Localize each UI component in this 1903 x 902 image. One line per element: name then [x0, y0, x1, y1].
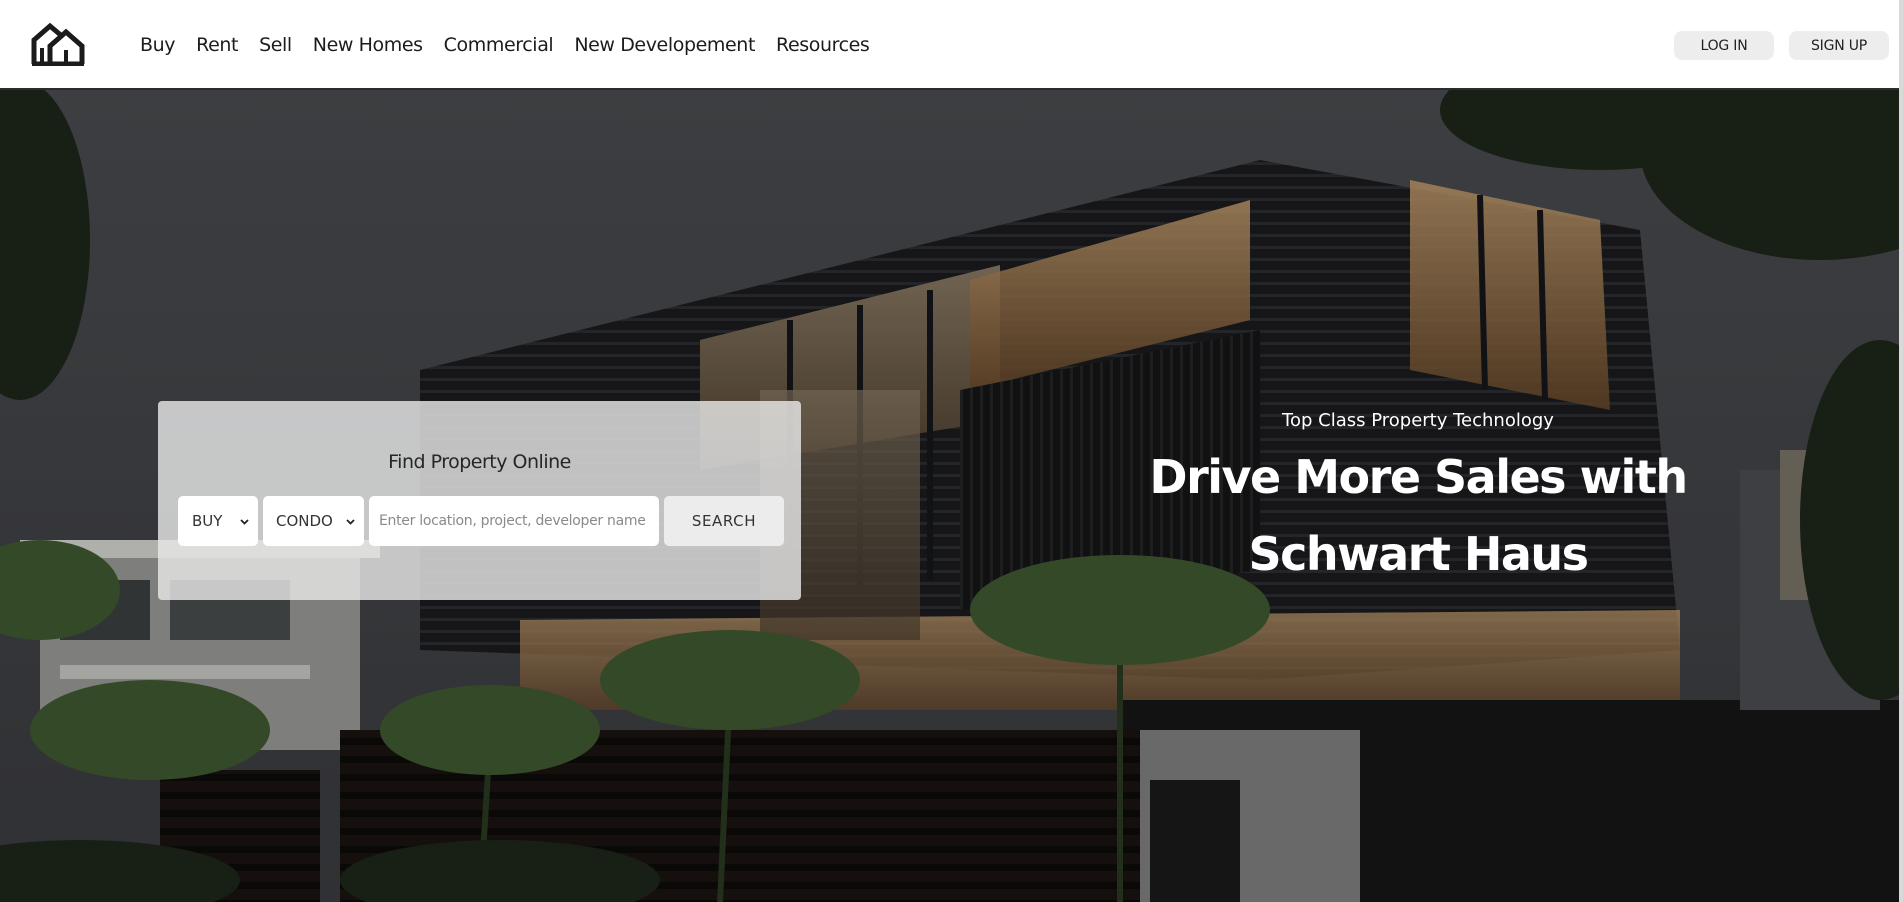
listing-type-select[interactable]: BUY	[178, 496, 258, 546]
nav-new-homes[interactable]: New Homes	[313, 34, 423, 56]
property-type-select[interactable]: CONDO	[263, 496, 364, 546]
login-button[interactable]: LOG IN	[1674, 31, 1774, 60]
nav-new-development[interactable]: New Developement	[574, 34, 755, 56]
nav-resources[interactable]: Resources	[776, 34, 870, 56]
nav-commercial[interactable]: Commercial	[444, 34, 554, 56]
listing-type-value: BUY	[192, 512, 223, 530]
signup-button[interactable]: SIGN UP	[1789, 31, 1889, 60]
page-scrollbar[interactable]	[1899, 0, 1903, 902]
auth-buttons: LOG IN SIGN UP	[1674, 31, 1889, 60]
search-card: Find Property Online BUY CONDO SEARCH	[158, 401, 801, 600]
nav-buy[interactable]: Buy	[140, 34, 176, 56]
main-nav: Buy Rent Sell New Homes Commercial New D…	[140, 0, 870, 90]
search-button[interactable]: SEARCH	[664, 496, 784, 546]
nav-rent[interactable]: Rent	[196, 34, 238, 56]
nav-sell[interactable]: Sell	[259, 34, 292, 56]
site-header: Buy Rent Sell New Homes Commercial New D…	[0, 0, 1903, 90]
property-type-value: CONDO	[276, 512, 333, 530]
search-row: BUY CONDO SEARCH	[178, 496, 784, 546]
hero-kicker: Top Class Property Technology	[1282, 410, 1554, 431]
chevron-down-icon	[240, 518, 249, 525]
house-logo-icon[interactable]	[30, 22, 86, 66]
search-title: Find Property Online	[388, 451, 571, 473]
hero-text: Top Class Property Technology Drive More…	[1118, 410, 1718, 593]
chevron-down-icon	[346, 518, 355, 525]
hero-section: Find Property Online BUY CONDO SEARCH To…	[0, 90, 1899, 902]
location-search-input[interactable]	[369, 496, 659, 546]
hero-title-line1: Drive More Sales with	[1149, 450, 1688, 504]
hero-title-line2: Schwart Haus	[1248, 527, 1589, 581]
